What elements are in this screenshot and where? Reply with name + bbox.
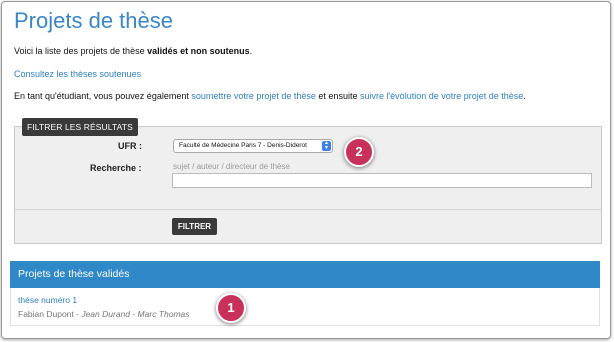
ufr-label: UFR : [118, 141, 142, 151]
recherche-input[interactable] [172, 173, 592, 188]
thesis-authors: Fabian Dupont - Jean Durand - Marc Thoma… [18, 309, 190, 319]
intro-suffix: . [249, 46, 253, 56]
results-list [10, 288, 600, 326]
intro-bold: validés et non soutenus [147, 46, 250, 56]
link-suivre-evolution[interactable]: suivre l'évolution de votre projet de th… [360, 91, 523, 101]
link-theses-soutenues[interactable]: Consultez les thèses soutenues [14, 69, 141, 79]
page-title: Projets de thèse [14, 8, 173, 33]
callout-badge-2: 2 [344, 137, 374, 167]
thesis-title-link[interactable]: thèse numéro 1 [18, 295, 77, 305]
filter-legend: FILTRER LES RÉSULTATS [22, 118, 138, 136]
filter-divider [15, 209, 601, 210]
filter-button[interactable]: FILTRER [172, 218, 217, 235]
student-mid: et ensuite [315, 91, 360, 101]
results-header: Projets de thèse validés [10, 261, 600, 288]
select-arrows-icon: ▲ ▼ [322, 141, 331, 151]
recherche-hint: sujet / auteur / directeur de thèse [173, 162, 290, 171]
thesis-author: Fabian Dupont [18, 309, 74, 319]
ufr-select-value: Faculté de Médecine Paris 7 - Denis-Dide… [179, 142, 307, 149]
intro-text: Voici la liste des projets de thèse vali… [14, 46, 252, 56]
link-soumettre-projet[interactable]: soumettre votre projet de thèse [191, 91, 316, 101]
intro-prefix: Voici la liste des projets de thèse [14, 46, 148, 56]
recherche-label: Recherche : [90, 163, 142, 173]
ufr-select[interactable]: Faculté de Médecine Paris 7 - Denis-Dide… [173, 139, 333, 153]
thesis-directors: Jean Durand - Marc Thomas [81, 309, 190, 319]
callout-badge-1: 1 [216, 293, 246, 323]
student-prefix: En tant qu'étudiant, vous pouvez égaleme… [14, 91, 192, 101]
student-suffix: . [523, 91, 526, 101]
student-text: En tant qu'étudiant, vous pouvez égaleme… [14, 91, 526, 101]
